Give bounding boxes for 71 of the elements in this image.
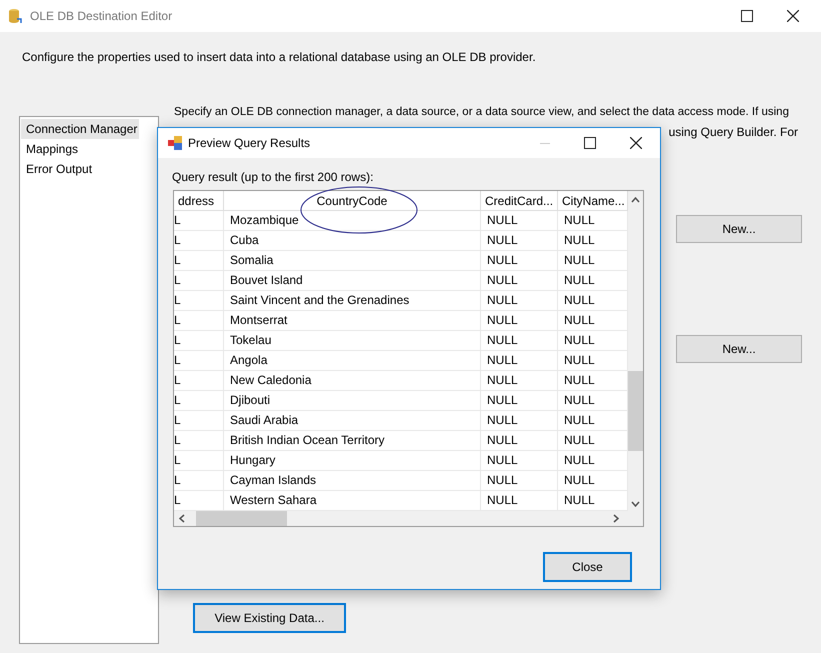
table-cell: NULL — [481, 431, 558, 450]
scroll-thumb[interactable] — [628, 371, 643, 451]
column-header[interactable]: ddress — [174, 191, 224, 210]
table-cell: L — [174, 291, 224, 310]
sidebar-item[interactable]: Error Output — [21, 159, 139, 179]
close-icon[interactable] — [787, 10, 799, 22]
table-cell: NULL — [481, 331, 558, 350]
table-icon — [168, 136, 182, 150]
table-cell: NULL — [481, 491, 558, 510]
table-cell: L — [174, 311, 224, 330]
column-header[interactable]: CountryCode — [224, 191, 481, 210]
table-cell: Somalia — [224, 251, 481, 270]
window-title: OLE DB Destination Editor — [30, 8, 172, 25]
table-cell: NULL — [481, 211, 558, 230]
table-cell: NULL — [481, 371, 558, 390]
table-cell: NULL — [481, 471, 558, 490]
table-cell: Mozambique — [224, 211, 481, 230]
table-cell: NULL — [481, 411, 558, 430]
table-cell: NULL — [481, 251, 558, 270]
table-cell: L — [174, 431, 224, 450]
table-cell: Montserrat — [224, 311, 481, 330]
table-cell: NULL — [481, 451, 558, 470]
intro-text: using Query Builder. For — [668, 124, 798, 142]
new-button[interactable]: New... — [676, 335, 802, 364]
table-cell: L — [174, 211, 224, 230]
table-cell: L — [174, 491, 224, 510]
sidebar-item[interactable]: Connection Manager — [21, 119, 139, 139]
table-cell: NULL — [481, 291, 558, 310]
table-cell: Tokelau — [224, 331, 481, 350]
vertical-scrollbar[interactable] — [628, 191, 643, 511]
table-cell: L — [174, 331, 224, 350]
scroll-thumb[interactable] — [196, 511, 287, 526]
table-cell: British Indian Ocean Territory — [224, 431, 481, 450]
description-text: Configure the properties used to insert data into a relational database using an OLE DB provider. — [22, 50, 536, 64]
table-cell: NULL — [481, 311, 558, 330]
new-button[interactable]: New... — [676, 215, 802, 244]
table-cell: L — [174, 371, 224, 390]
horizontal-scrollbar[interactable] — [174, 511, 643, 526]
dialog-title: Preview Query Results — [188, 135, 310, 152]
table-cell: Saint Vincent and the Grenadines — [224, 291, 481, 310]
table-cell: NULL — [481, 351, 558, 370]
view-existing-data-button[interactable]: View Existing Data... — [193, 603, 346, 634]
close-button[interactable]: Close — [543, 552, 632, 582]
maximize-icon[interactable] — [741, 10, 753, 22]
table-cell: L — [174, 391, 224, 410]
table-cell: L — [174, 251, 224, 270]
table-cell: L — [174, 271, 224, 290]
sidebar-item[interactable]: Mappings — [21, 139, 139, 159]
maximize-icon[interactable] — [584, 137, 596, 149]
table-cell: New Caledonia — [224, 371, 481, 390]
table-cell: L — [174, 231, 224, 250]
table-cell: Djibouti — [224, 391, 481, 410]
table-cell: NULL — [481, 391, 558, 410]
table-cell: Cuba — [224, 231, 481, 250]
table-cell: L — [174, 351, 224, 370]
table-cell: Cayman Islands — [224, 471, 481, 490]
table-cell: L — [174, 451, 224, 470]
table-cell: NULL — [481, 271, 558, 290]
intro-text: Specify an OLE DB connection manager, a data source, or a data source view, and select the data access mode. If using — [174, 105, 790, 120]
database-icon — [8, 8, 22, 24]
table-cell: Angola — [224, 351, 481, 370]
query-result-label: Query result (up to the first 200 rows): — [172, 170, 374, 184]
table-cell: Saudi Arabia — [224, 411, 481, 430]
table-cell: Bouvet Island — [224, 271, 481, 290]
close-icon[interactable] — [630, 137, 642, 149]
table-cell: Western Sahara — [224, 491, 481, 510]
table-cell: L — [174, 411, 224, 430]
table-cell: Hungary — [224, 451, 481, 470]
column-header[interactable]: CreditCard... — [481, 191, 558, 210]
table-cell: NULL — [481, 231, 558, 250]
table-cell: L — [174, 471, 224, 490]
